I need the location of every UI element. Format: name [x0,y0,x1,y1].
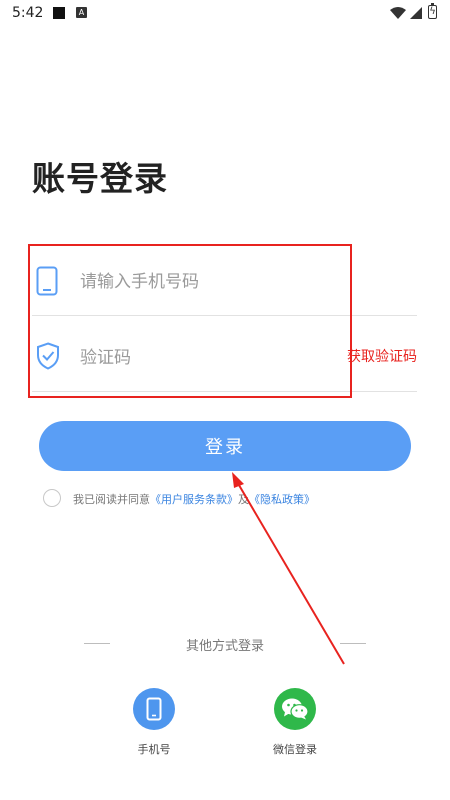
agreement-text: 我已阅读并同意《用户服务条款》及《隐私政策》 [73,491,315,507]
phone-login-circle[interactable] [133,688,175,730]
wechat-login-option[interactable]: 微信登录 [255,688,335,757]
divider-line-right [340,643,366,644]
phone-login-label: 手机号 [137,743,171,756]
login-page: 5:42 A ϟ 账号登录 获取验证码 登录 [0,0,450,800]
agreement-checkbox[interactable] [43,489,61,507]
agreement-prefix: 我已阅读并同意 [73,493,150,506]
other-methods-label: 其他方式登录 [185,639,264,654]
mobile-phone-icon [146,697,162,721]
wechat-icon [282,698,309,720]
agreement-and: 及 [238,493,249,506]
get-code-button[interactable]: 获取验证码 [347,346,417,366]
privacy-link[interactable]: 《隐私政策》 [249,493,315,506]
notification-app-icon: A [76,7,87,18]
wechat-login-circle[interactable] [274,688,316,730]
notification-square-icon [53,7,65,19]
status-time: 5:42 [12,5,44,21]
wechat-login-label: 微信登录 [273,743,317,756]
page-title: 账号登录 [32,159,168,198]
wifi-icon [390,7,406,19]
annotation-arrow [232,472,345,665]
status-bar: 5:42 A ϟ [0,0,450,28]
battery-icon: ϟ [428,3,437,19]
login-button[interactable]: 登录 [39,421,411,471]
terms-link[interactable]: 《用户服务条款》 [150,493,238,506]
signal-icon [410,7,422,19]
phone-login-option[interactable]: 手机号 [114,688,194,757]
other-methods-divider: 其他方式登录 [0,633,450,655]
annotation-highlight-box [28,244,352,398]
